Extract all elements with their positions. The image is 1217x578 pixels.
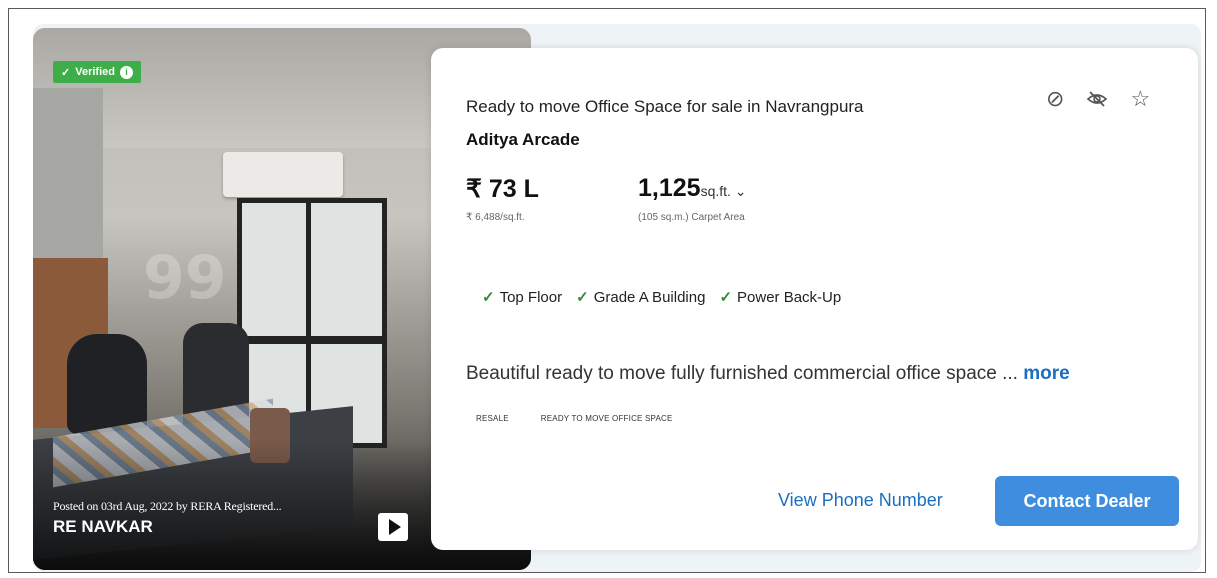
- price: ₹ 73 L: [466, 175, 539, 203]
- info-icon[interactable]: i: [119, 65, 133, 79]
- eye-slash-icon[interactable]: [1086, 88, 1108, 114]
- feature-item: ✓ Top Floor: [482, 289, 563, 306]
- tag: RESALE: [476, 414, 509, 423]
- more-link[interactable]: more: [1023, 363, 1069, 384]
- tag: READY TO MOVE OFFICE SPACE: [540, 414, 673, 423]
- photo-watermark: 99: [143, 243, 227, 313]
- photo-window-frame: [237, 336, 387, 344]
- hide-listing-icon[interactable]: ⊘: [1046, 88, 1064, 114]
- star-icon[interactable]: ☆: [1130, 88, 1150, 114]
- area-sub: (105 sq.m.) Carpet Area: [638, 212, 745, 223]
- listing-actions: ⊘ ☆: [1046, 88, 1150, 114]
- area-unit-dropdown[interactable]: sq.ft. ⌄: [701, 183, 747, 199]
- area[interactable]: 1,125sq.ft. ⌄: [638, 174, 747, 203]
- feature-item: ✓ Power Back-Up: [719, 289, 842, 306]
- check-icon: ✓: [482, 289, 495, 306]
- price-per-sqft: ₹ 6,488/sq.ft.: [466, 212, 525, 223]
- description-text: Beautiful ready to move fully furnished …: [466, 363, 1018, 384]
- verified-badge[interactable]: ✓ Verified i: [53, 61, 141, 83]
- contact-dealer-button[interactable]: Contact Dealer: [995, 476, 1179, 526]
- dealer-name[interactable]: RE NAVKAR: [53, 517, 153, 537]
- tags: RESALE READY TO MOVE OFFICE SPACE: [476, 414, 673, 423]
- feature-item: ✓ Grade A Building: [576, 289, 706, 306]
- check-icon: ✓: [719, 289, 733, 306]
- listing-title[interactable]: Ready to move Office Space for sale in N…: [466, 97, 864, 117]
- view-phone-link[interactable]: View Phone Number: [778, 490, 943, 511]
- project-name[interactable]: Aditya Arcade: [466, 130, 580, 150]
- posted-text: Posted on 03rd Aug, 2022 by RERA Registe…: [53, 499, 282, 513]
- check-icon: ✓: [61, 66, 71, 79]
- features-list: ✓ Top Floor ✓ Grade A Building ✓ Power Back…: [482, 288, 841, 306]
- check-icon: ✓: [576, 289, 589, 306]
- description: Beautiful ready to move fully furnished …: [466, 363, 1070, 385]
- photo-ac: [223, 152, 343, 197]
- verified-label: Verified: [75, 66, 115, 78]
- play-icon[interactable]: [378, 513, 408, 541]
- photo-chair: [67, 334, 147, 434]
- area-value: 1,125: [638, 174, 701, 202]
